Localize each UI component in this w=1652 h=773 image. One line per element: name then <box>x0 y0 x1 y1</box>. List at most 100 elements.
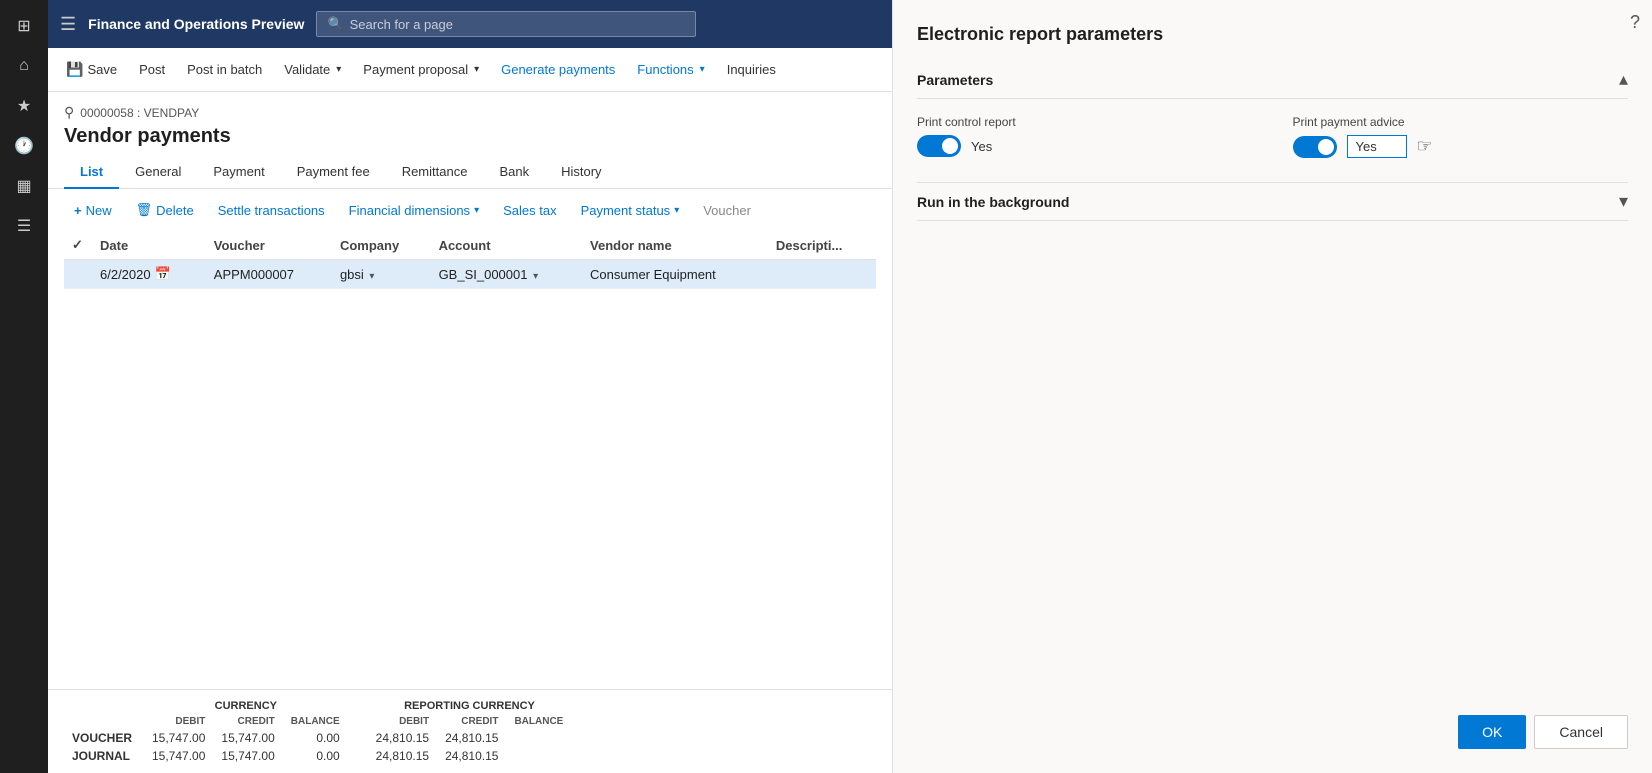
help-button[interactable]: ? <box>1630 12 1640 33</box>
generate-payments-button[interactable]: Generate payments <box>491 56 625 83</box>
row-account: GB_SI_000001 ▾ <box>431 260 582 289</box>
print-control-report-control: Yes <box>917 135 1253 157</box>
journal-r-balance <box>506 747 571 765</box>
nav-home-icon[interactable]: ⌂ <box>6 48 42 84</box>
financial-dimensions-button[interactable]: Financial dimensions <box>339 198 489 223</box>
nav-grid-icon[interactable]: ⊞ <box>6 8 42 44</box>
search-input[interactable] <box>350 17 686 32</box>
run-background-section: Run in the background ▾ <box>917 182 1628 237</box>
run-background-section-header[interactable]: Run in the background ▾ <box>917 191 1628 221</box>
panel-title: Electronic report parameters <box>917 24 1628 45</box>
sales-tax-button[interactable]: Sales tax <box>493 198 566 223</box>
tabs: List General Payment Payment fee Remitta… <box>48 156 892 189</box>
print-payment-advice-track[interactable] <box>1293 136 1337 158</box>
tab-bank[interactable]: Bank <box>483 156 545 189</box>
voucher-r-debit: 24,810.15 <box>368 729 437 747</box>
journal-r-debit: 24,810.15 <box>368 747 437 765</box>
table-row[interactable]: 6/2/2020 📅 APPM000007 gbsi ▾ GB_SI_00000… <box>64 260 876 289</box>
journal-credit: 15,747.00 <box>213 747 282 765</box>
voucher-label: VOUCHER <box>64 729 144 747</box>
actions-row: + New 🗑 Delete Settle transactions Finan… <box>48 189 892 231</box>
row-voucher: APPM000007 <box>206 260 332 289</box>
bottom-summary: CURRENCY REPORTING CURRENCY DEBIT CREDIT… <box>48 689 892 773</box>
voucher-balance: 0.00 <box>283 729 348 747</box>
plus-icon: + <box>74 203 82 218</box>
main-area: ☰ Finance and Operations Preview 🔍 💾 Sav… <box>48 0 892 773</box>
toolbar: 💾 Save Post Post in batch Validate Payme… <box>48 48 892 92</box>
data-table: ✓ Date Voucher Company Account Vendor na… <box>64 231 876 289</box>
reporting-currency-header: REPORTING CURRENCY <box>368 698 572 714</box>
balance-col-header: BALANCE <box>283 714 348 729</box>
nav-clock-icon[interactable]: 🕐 <box>6 128 42 164</box>
journal-label: JOURNAL <box>64 747 144 765</box>
nav-table-icon[interactable]: ▦ <box>6 168 42 204</box>
print-control-report-toggle[interactable] <box>917 135 961 157</box>
r-balance-col-header: BALANCE <box>506 714 571 729</box>
tab-history[interactable]: History <box>545 156 617 189</box>
hamburger-icon[interactable]: ☰ <box>60 14 76 35</box>
print-control-report-track[interactable] <box>917 135 961 157</box>
print-payment-advice-label: Print payment advice <box>1293 115 1629 129</box>
params-grid: Print control report Yes Print payment a… <box>917 115 1628 158</box>
cancel-button[interactable]: Cancel <box>1534 715 1628 749</box>
parameters-collapse-icon[interactable]: ▴ <box>1619 69 1628 90</box>
search-icon: 🔍 <box>327 16 343 32</box>
journal-balance: 0.00 <box>283 747 348 765</box>
post-batch-button[interactable]: Post in batch <box>177 56 272 83</box>
payment-proposal-button[interactable]: Payment proposal <box>353 56 489 83</box>
summary-row-voucher: VOUCHER 15,747.00 15,747.00 0.00 24,810.… <box>64 729 571 747</box>
voucher-button[interactable]: Voucher <box>693 198 761 223</box>
run-background-collapse-icon[interactable]: ▾ <box>1619 191 1628 212</box>
save-icon: 💾 <box>66 61 83 78</box>
nav-list-icon[interactable]: ☰ <box>6 208 42 244</box>
post-button[interactable]: Post <box>129 56 175 83</box>
col-voucher: Voucher <box>206 231 332 260</box>
filter-icon: ⚲ <box>64 104 74 121</box>
settle-transactions-button[interactable]: Settle transactions <box>208 198 335 223</box>
tab-list[interactable]: List <box>64 156 119 189</box>
functions-button[interactable]: Functions <box>627 56 714 83</box>
save-button[interactable]: 💾 Save <box>56 55 127 84</box>
row-vendor-name: Consumer Equipment <box>582 260 768 289</box>
print-payment-advice-toggle[interactable] <box>1293 136 1337 158</box>
print-payment-advice-input[interactable] <box>1347 135 1407 158</box>
row-description <box>768 260 876 289</box>
company-dropdown[interactable]: ▾ <box>369 271 374 282</box>
delete-icon: 🗑 <box>136 202 153 218</box>
payment-status-button[interactable]: Payment status <box>571 198 690 223</box>
panel-overlay: ? Electronic report parameters Parameter… <box>892 0 1652 773</box>
print-payment-advice-control: ☞ <box>1293 135 1629 158</box>
inquiries-button[interactable]: Inquiries <box>717 56 786 83</box>
new-button[interactable]: + New <box>64 198 122 223</box>
col-description: Descripti... <box>768 231 876 260</box>
col-company: Company <box>332 231 431 260</box>
account-dropdown[interactable]: ▾ <box>533 271 538 282</box>
journal-debit: 15,747.00 <box>144 747 213 765</box>
data-table-wrap: ✓ Date Voucher Company Account Vendor na… <box>48 231 892 689</box>
voucher-debit: 15,747.00 <box>144 729 213 747</box>
ok-button[interactable]: OK <box>1458 715 1526 749</box>
r-debit-col-header: DEBIT <box>368 714 437 729</box>
app-title: Finance and Operations Preview <box>88 16 304 32</box>
col-check: ✓ <box>64 231 92 260</box>
tab-general[interactable]: General <box>119 156 197 189</box>
voucher-r-credit: 24,810.15 <box>437 729 506 747</box>
tab-remittance[interactable]: Remittance <box>386 156 484 189</box>
parameters-section-title: Parameters <box>917 72 993 88</box>
cursor-hand-icon: ☞ <box>1417 136 1433 157</box>
print-control-report-value: Yes <box>971 139 992 154</box>
panel-footer: OK Cancel <box>917 691 1628 749</box>
calendar-icon[interactable]: 📅 <box>155 266 171 282</box>
validate-button[interactable]: Validate <box>274 56 351 83</box>
nav-star-icon[interactable]: ★ <box>6 88 42 124</box>
search-box[interactable]: 🔍 <box>316 11 696 37</box>
tab-payment[interactable]: Payment <box>197 156 280 189</box>
col-account: Account <box>431 231 582 260</box>
delete-button[interactable]: 🗑 Delete <box>126 197 204 223</box>
tab-payment-fee[interactable]: Payment fee <box>281 156 386 189</box>
parameters-section-header[interactable]: Parameters ▴ <box>917 69 1628 99</box>
col-date: Date <box>92 231 206 260</box>
col-vendor-name: Vendor name <box>582 231 768 260</box>
row-check[interactable] <box>64 260 92 289</box>
breadcrumb: ⚲ 00000058 : VENDPAY <box>64 104 876 121</box>
